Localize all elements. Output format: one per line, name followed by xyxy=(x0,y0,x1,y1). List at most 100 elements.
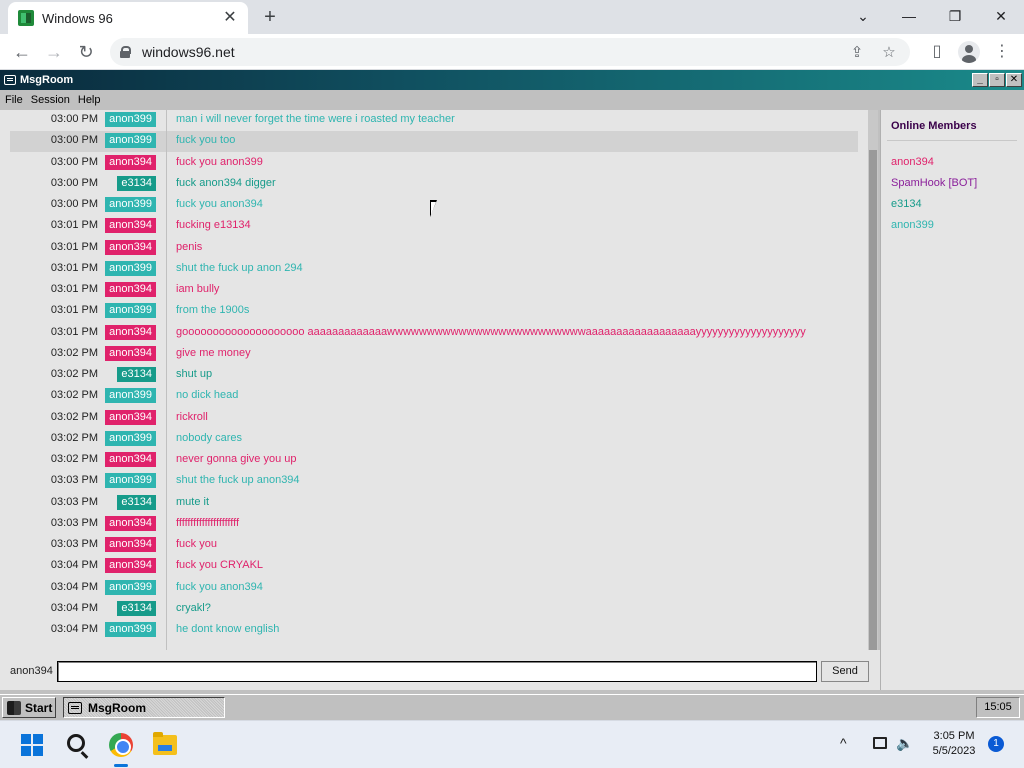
message-username-badge[interactable]: e3134 xyxy=(117,600,156,616)
msgroom-titlebar[interactable]: MsgRoom _ ▫ ✕ xyxy=(0,70,1024,90)
share-icon[interactable]: ⇪ xyxy=(846,43,868,61)
file-explorer-icon[interactable] xyxy=(153,732,177,755)
message-username-badge[interactable]: anon399 xyxy=(105,579,156,595)
message-time: 03:01 PM xyxy=(50,219,98,232)
message-username-badge[interactable]: anon394 xyxy=(105,558,156,574)
message-time: 03:04 PM xyxy=(50,623,98,635)
notification-badge[interactable]: 1 xyxy=(988,736,1004,752)
window-restore-button[interactable]: ❐ xyxy=(932,4,978,28)
clock-date: 5/5/2023 xyxy=(932,745,976,757)
side-panel-icon[interactable]: ▯ xyxy=(926,41,948,63)
message-username-badge[interactable]: e3134 xyxy=(117,494,156,510)
browser-tab-strip: Windows 96 ✕ + ⌄ — ❐ ✕ xyxy=(0,0,1024,34)
message-text: fuck anon394 digger xyxy=(176,176,276,189)
new-tab-button[interactable]: + xyxy=(258,6,282,28)
address-bar[interactable]: windows96.net ⇪ ☆ xyxy=(110,38,910,66)
url-text[interactable]: windows96.net xyxy=(142,44,846,60)
window-minimize-button[interactable]: — xyxy=(886,4,932,28)
msgroom-menubar: File Session Help xyxy=(0,90,1024,110)
chat-message-row: 03:02 PM e3134 shut up xyxy=(0,365,868,386)
message-username-badge[interactable]: anon394 xyxy=(105,218,156,234)
show-hidden-icons-chevron-icon[interactable]: ^ xyxy=(840,735,847,751)
message-input[interactable] xyxy=(57,661,817,682)
message-username-badge[interactable]: anon394 xyxy=(105,282,156,297)
msgroom-maximize-button[interactable]: ▫ xyxy=(989,73,1005,87)
message-text: goooooooooooooooooooo aaaaaaaaaaaaawwwww… xyxy=(176,325,806,338)
network-icon[interactable] xyxy=(873,737,887,749)
chat-scrollbar[interactable] xyxy=(868,110,878,650)
message-username-badge[interactable]: anon394 xyxy=(105,515,156,531)
message-time: 03:02 PM xyxy=(50,389,98,402)
message-username-badge[interactable]: anon399 xyxy=(105,303,156,319)
reload-icon[interactable]: ↻ xyxy=(74,40,98,64)
search-icon[interactable] xyxy=(67,734,85,752)
chat-scrollbar-thumb[interactable] xyxy=(869,150,877,650)
windows-start-icon[interactable] xyxy=(21,734,43,756)
back-arrow-icon[interactable]: ← xyxy=(10,40,34,64)
taskbar-msgroom-button[interactable]: MsgRoom xyxy=(63,697,225,718)
chat-message-row: 03:01 PM anon399 from the 1900s xyxy=(0,301,868,322)
message-username-badge[interactable]: anon394 xyxy=(105,537,156,552)
profile-avatar-icon[interactable] xyxy=(958,41,980,63)
member-item[interactable]: SpamHook [BOT] xyxy=(891,177,977,189)
volume-icon[interactable]: 🔈 xyxy=(896,735,913,752)
message-time: 03:04 PM xyxy=(50,601,98,614)
browser-tab[interactable]: Windows 96 ✕ xyxy=(8,2,248,34)
send-button[interactable]: Send xyxy=(821,661,869,682)
msgroom-close-button[interactable]: ✕ xyxy=(1006,73,1022,87)
member-item[interactable]: e3134 xyxy=(891,198,922,210)
message-username-badge[interactable]: anon399 xyxy=(105,473,156,489)
chrome-menu-icon[interactable]: ⋮ xyxy=(991,41,1013,63)
message-text: he dont know english xyxy=(176,623,280,635)
message-text: cryakl? xyxy=(176,601,211,614)
chat-message-row: 03:01 PM anon394 iam bully xyxy=(0,280,868,301)
window-title: MsgRoom xyxy=(20,74,74,86)
forward-arrow-icon[interactable]: → xyxy=(42,40,66,64)
start-label: Start xyxy=(25,700,53,715)
message-username-badge[interactable]: anon399 xyxy=(105,112,156,127)
tab-search-chevron-icon[interactable]: ⌄ xyxy=(840,4,886,28)
message-username-badge[interactable]: anon394 xyxy=(105,452,156,467)
message-username-badge[interactable]: anon399 xyxy=(105,388,156,404)
message-username-badge[interactable]: anon394 xyxy=(105,345,156,361)
windows96-favicon-icon xyxy=(18,10,34,26)
chat-message-row: 03:04 PM e3134 cryakl? xyxy=(0,599,868,620)
chat-bubble-icon xyxy=(4,75,16,85)
menu-help[interactable]: Help xyxy=(78,94,101,106)
message-text: shut the fuck up anon394 xyxy=(176,474,300,487)
message-username-badge[interactable]: e3134 xyxy=(117,175,156,191)
message-username-badge[interactable]: anon394 xyxy=(105,324,156,340)
menu-file[interactable]: File xyxy=(5,94,23,106)
member-item[interactable]: anon394 xyxy=(891,156,934,168)
message-username-badge[interactable]: anon399 xyxy=(105,197,156,212)
member-item[interactable]: anon399 xyxy=(891,219,934,231)
window-close-button[interactable]: ✕ xyxy=(978,4,1024,28)
message-text: fuck you xyxy=(176,538,217,550)
message-time: 03:03 PM xyxy=(50,516,98,529)
system-clock[interactable]: 3:05 PM 5/5/2023 xyxy=(924,729,984,759)
win96-desktop: MsgRoom _ ▫ ✕ File Session Help 03:00 PM… xyxy=(0,70,1024,720)
chat-message-list[interactable]: 03:00 PM anon399 man i will never forget t… xyxy=(0,110,868,650)
message-time: 03:04 PM xyxy=(50,559,98,572)
message-username-badge[interactable]: anon399 xyxy=(105,260,156,276)
tab-close-icon[interactable]: ✕ xyxy=(222,10,238,26)
current-username: anon394 xyxy=(10,665,53,677)
message-text: no dick head xyxy=(176,389,239,402)
lock-icon[interactable] xyxy=(120,46,131,58)
message-username-badge[interactable]: anon394 xyxy=(105,239,156,255)
chrome-app-icon[interactable] xyxy=(109,733,133,757)
win96-start-button[interactable]: Start xyxy=(2,697,56,718)
tab-title: Windows 96 xyxy=(42,10,113,26)
chat-bubble-icon xyxy=(68,701,82,714)
message-username-badge[interactable]: anon399 xyxy=(105,622,156,637)
message-username-badge[interactable]: anon399 xyxy=(105,133,156,149)
bookmark-star-icon[interactable]: ☆ xyxy=(878,43,900,61)
message-username-badge[interactable]: anon399 xyxy=(105,430,156,446)
message-username-badge[interactable]: anon394 xyxy=(105,409,156,425)
message-text: fuck you anon394 xyxy=(176,198,263,210)
msgroom-minimize-button[interactable]: _ xyxy=(972,73,988,87)
menu-session[interactable]: Session xyxy=(31,94,70,106)
message-username-badge[interactable]: anon394 xyxy=(105,154,156,170)
message-input-row: anon394 Send xyxy=(0,650,880,690)
message-username-badge[interactable]: e3134 xyxy=(117,367,156,382)
